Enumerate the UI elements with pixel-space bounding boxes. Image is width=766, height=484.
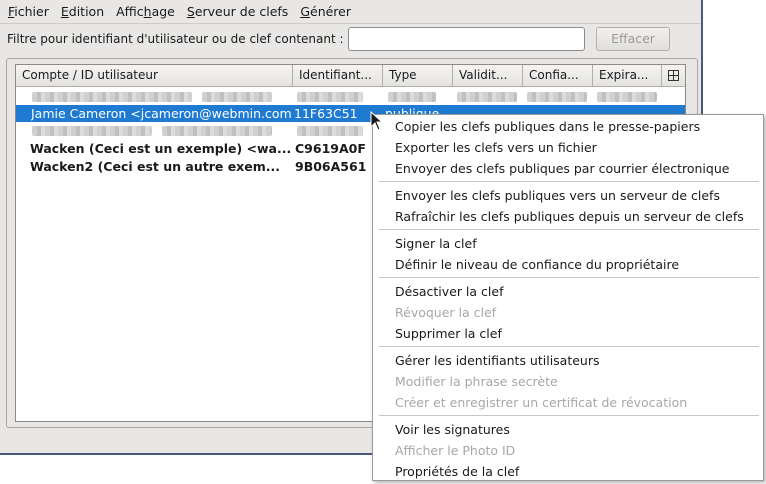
blurred-user-id — [32, 92, 192, 102]
filter-input[interactable] — [348, 27, 585, 51]
filter-row: Filtre pour identifiant d'utilisateur ou… — [0, 26, 701, 54]
menu-item-show-photo-id: Afficher le Photo ID — [395, 443, 516, 458]
cell-user-id: Wacken2 (Ceci est un autre exem... — [30, 159, 280, 174]
menu-item-disable-key[interactable]: Désactiver la clef — [395, 284, 503, 300]
column-header-key-id[interactable]: Identifiant... — [293, 65, 383, 86]
menu-item-sign-key[interactable]: Signer la clef — [395, 236, 477, 252]
cell-user-id: Wacken (Ceci est un exemple) <wa... — [30, 141, 292, 156]
menu-item-create-revocation-certificate: Créer et enregistrer un certificat de ré… — [395, 395, 688, 410]
blurred-validity — [457, 92, 517, 102]
menu-separator — [379, 346, 759, 347]
mouse-pointer-icon — [370, 111, 384, 131]
menu-generer[interactable]: Générer — [294, 1, 357, 23]
blurred-user-id — [32, 126, 152, 136]
menu-separator — [379, 277, 759, 278]
table-row[interactable] — [16, 88, 685, 105]
blurred-expiry — [597, 92, 657, 102]
menu-item-copy-public-keys[interactable]: Copier les clefs publiques dans le press… — [395, 119, 700, 135]
menubar: Fichier Edition Affichage Serveur de cle… — [0, 0, 701, 24]
blurred-user-id — [162, 126, 272, 136]
blurred-trust — [527, 92, 587, 102]
cell-key-id: 11F63C51 — [294, 106, 358, 121]
menu-separator — [379, 229, 759, 230]
column-header-expiry[interactable]: Expira... — [593, 65, 662, 86]
menu-serveur-de-clefs[interactable]: Serveur de clefs — [181, 1, 294, 23]
menu-item-delete-key[interactable]: Supprimer la clef — [395, 326, 502, 342]
blurred-type — [388, 92, 436, 102]
menu-item-revoke-key: Révoquer la clef — [395, 305, 497, 320]
menu-separator — [379, 181, 759, 182]
column-header-type[interactable]: Type — [383, 65, 453, 86]
menu-item-set-owner-trust[interactable]: Définir le niveau de confiance du propri… — [395, 257, 679, 273]
cell-user-id: Jamie Cameron <jcameron@webmin.com> — [31, 106, 293, 121]
clear-button[interactable]: Effacer — [596, 27, 670, 51]
menu-item-send-to-keyserver[interactable]: Envoyer les clefs publiques vers un serv… — [395, 188, 720, 204]
context-menu: Copier les clefs publiques dans le press… — [372, 114, 764, 481]
menu-item-change-passphrase: Modifier la phrase secrète — [395, 374, 558, 389]
blurred-key-id — [297, 92, 363, 102]
columns-config-icon[interactable] — [662, 65, 685, 86]
menu-item-email-public-keys[interactable]: Envoyer des clefs publiques par courrier… — [395, 161, 729, 177]
column-header-trust[interactable]: Confia... — [523, 65, 593, 86]
cell-key-id: C9619A0F — [295, 141, 366, 156]
menu-fichier[interactable]: Fichier — [2, 1, 55, 23]
filter-label: Filtre pour identifiant d'utilisateur ou… — [7, 32, 344, 46]
menu-item-refresh-from-keyserver[interactable]: Rafraîchir les clefs publiques depuis un… — [395, 209, 744, 225]
cell-key-id: 9B06A561 — [295, 159, 367, 174]
table-header: Compte / ID utilisateur Identifiant... T… — [16, 65, 685, 87]
menu-item-export-keys[interactable]: Exporter les clefs vers un fichier — [395, 140, 597, 156]
menu-item-key-properties[interactable]: Propriétés de la clef — [395, 464, 519, 480]
blurred-key-id — [297, 126, 363, 136]
menu-item-view-signatures[interactable]: Voir les signatures — [395, 422, 510, 438]
menu-affichage[interactable]: Affichage — [110, 1, 181, 23]
menu-separator — [379, 415, 759, 416]
column-header-user-id[interactable]: Compte / ID utilisateur — [16, 65, 293, 86]
menu-item-manage-user-ids[interactable]: Gérer les identifiants utilisateurs — [395, 353, 600, 369]
blurred-user-id — [202, 92, 272, 102]
menu-edition[interactable]: Edition — [55, 1, 110, 23]
column-header-validity[interactable]: Validit... — [453, 65, 523, 86]
